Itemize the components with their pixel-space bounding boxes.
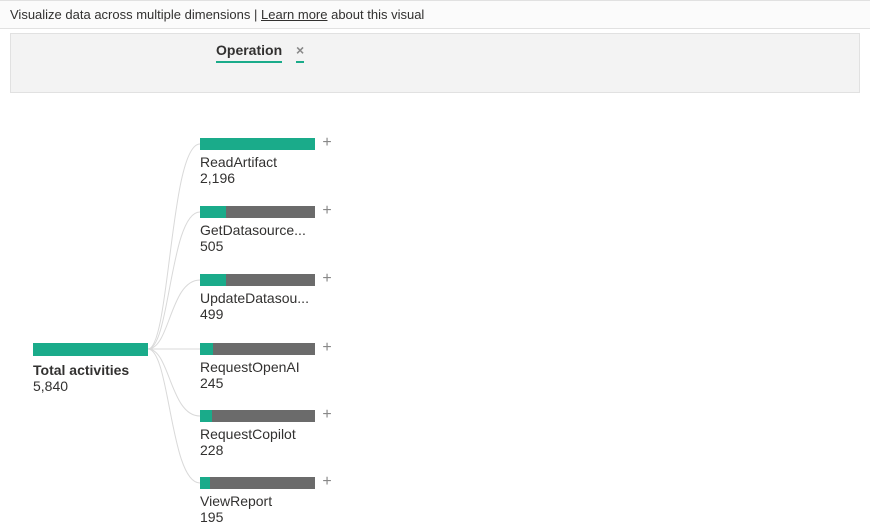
dimension-chip[interactable]: Operation × <box>216 42 304 63</box>
tree-node[interactable]: + ReadArtifact 2,196 <box>200 138 360 186</box>
node-label: ViewReport <box>200 493 330 509</box>
node-bar <box>200 274 315 286</box>
expand-icon[interactable]: + <box>320 406 334 424</box>
node-value: 228 <box>200 442 360 458</box>
tree-node[interactable]: + GetDatasource... 505 <box>200 206 360 254</box>
expand-icon[interactable]: + <box>320 339 334 357</box>
tree-node[interactable]: + ViewReport 195 <box>200 477 360 524</box>
tree-node[interactable]: + RequestCopilot 228 <box>200 410 360 458</box>
node-label: ReadArtifact <box>200 154 330 170</box>
node-bar <box>200 343 315 355</box>
tree-node[interactable]: + UpdateDatasou... 499 <box>200 274 360 322</box>
expand-icon[interactable]: + <box>320 270 334 288</box>
node-bar <box>200 206 315 218</box>
root-value: 5,840 <box>33 378 148 394</box>
info-banner: Visualize data across multiple dimension… <box>0 0 870 29</box>
close-icon[interactable]: × <box>296 42 304 63</box>
node-value: 195 <box>200 509 360 524</box>
decomposition-tree: Total activities 5,840 + ReadArtifact 2,… <box>0 133 870 524</box>
banner-text-after: about this visual <box>327 7 424 22</box>
node-bar <box>200 477 315 489</box>
learn-more-link[interactable]: Learn more <box>261 7 327 22</box>
node-value: 2,196 <box>200 170 360 186</box>
expand-icon[interactable]: + <box>320 202 334 220</box>
tree-connectors <box>0 133 870 524</box>
root-node[interactable]: Total activities 5,840 <box>33 343 148 394</box>
node-value: 245 <box>200 375 360 391</box>
tree-node[interactable]: + RequestOpenAI 245 <box>200 343 360 391</box>
root-label: Total activities <box>33 362 148 378</box>
dimension-chip-label: Operation <box>216 42 282 63</box>
node-label: RequestCopilot <box>200 426 330 442</box>
banner-separator: | <box>250 7 261 22</box>
node-label: GetDatasource... <box>200 222 330 238</box>
node-label: RequestOpenAI <box>200 359 330 375</box>
expand-icon[interactable]: + <box>320 134 334 152</box>
node-label: UpdateDatasou... <box>200 290 330 306</box>
node-bar <box>200 410 315 422</box>
banner-text-before: Visualize data across multiple dimension… <box>10 7 250 22</box>
node-value: 499 <box>200 306 360 322</box>
expand-icon[interactable]: + <box>320 473 334 491</box>
node-bar <box>200 138 315 150</box>
node-value: 505 <box>200 238 360 254</box>
dimension-header: Operation × <box>10 33 860 93</box>
root-bar <box>33 343 148 356</box>
